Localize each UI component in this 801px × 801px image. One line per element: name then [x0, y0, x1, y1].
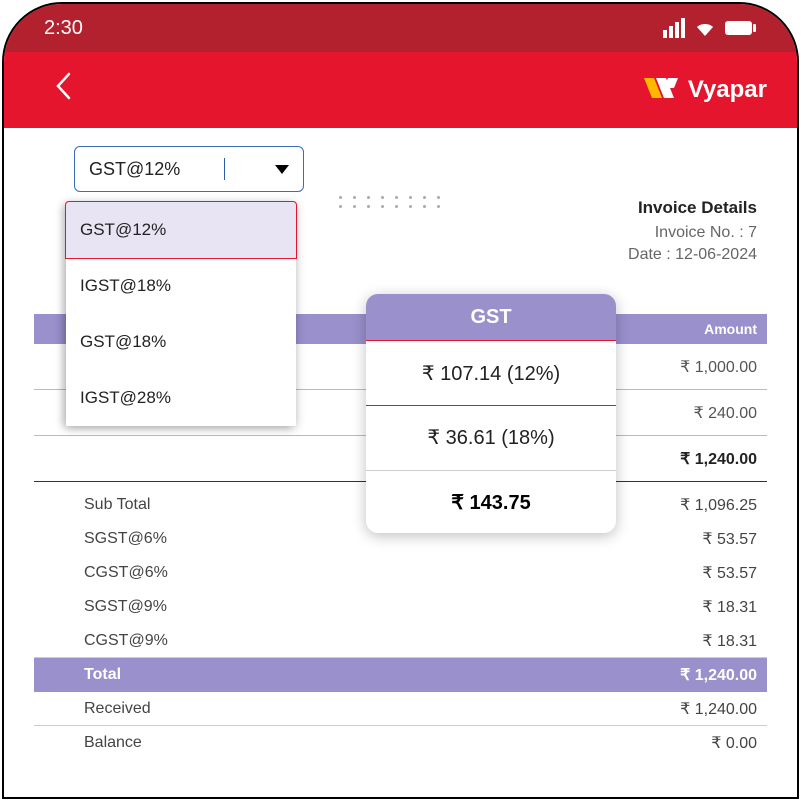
summary-label: CGST@6%	[44, 564, 168, 582]
cellular-signal-icon	[663, 18, 685, 38]
tax-rate-dropdown[interactable]: GST@12% GST@12% IGST@18% GST@18% IGST@28…	[74, 146, 304, 192]
gst-popover-title: GST	[366, 294, 616, 341]
summary-label: SGST@9%	[44, 598, 167, 616]
summary-value: ₹ 0.00	[711, 733, 757, 753]
battery-icon	[725, 20, 757, 36]
brand-logo-icon	[644, 76, 680, 104]
gst-row-selected[interactable]: ₹ 107.14 (12%)	[366, 340, 616, 406]
summary-value: ₹ 18.31	[702, 631, 757, 651]
invoice-date: Date : 12-06-2024	[628, 246, 757, 264]
app-header: Vyapar	[4, 52, 797, 128]
tax-rate-dropdown-field[interactable]: GST@12%	[74, 146, 304, 192]
summary-label: SGST@6%	[44, 530, 167, 548]
gst-row[interactable]: ₹ 36.61 (18%)	[366, 405, 616, 471]
gst-total: ₹ 143.75	[366, 471, 616, 533]
text-cursor	[224, 158, 225, 180]
row-amount: ₹ 1,000.00	[667, 357, 767, 377]
summary-label: Sub Total	[44, 496, 150, 514]
summary-label: CGST@9%	[44, 632, 168, 650]
brand-name: Vyapar	[688, 76, 767, 104]
device-frame: 2:30 Vyapar	[2, 2, 799, 799]
dropdown-value: GST@12%	[89, 159, 180, 180]
decorative-dots	[339, 196, 441, 208]
dropdown-option-selected[interactable]: GST@12%	[65, 201, 297, 259]
row-amount: ₹ 240.00	[667, 403, 767, 423]
summary-value: ₹ 53.57	[702, 563, 757, 583]
back-button[interactable]	[54, 71, 72, 109]
summary-label: Received	[44, 700, 151, 718]
invoice-details: Invoice Details Invoice No. : 7 Date : 1…	[628, 198, 757, 268]
brand: Vyapar	[644, 76, 767, 104]
summary-label: Balance	[44, 734, 142, 752]
summary-cgst9: CGST@9% ₹ 18.31	[34, 624, 767, 658]
column-amount-header: Amount	[667, 321, 767, 337]
summary-label: Total	[44, 666, 121, 684]
dropdown-option[interactable]: GST@18%	[66, 314, 296, 370]
summary-value: ₹ 1,096.25	[680, 495, 757, 515]
summary-value: ₹ 53.57	[702, 529, 757, 549]
invoice-number: Invoice No. : 7	[628, 224, 757, 242]
dropdown-option[interactable]: IGST@28%	[66, 370, 296, 426]
tax-rate-dropdown-list: GST@12% IGST@18% GST@18% IGST@28%	[66, 202, 296, 426]
summary-sgst9: SGST@9% ₹ 18.31	[34, 590, 767, 624]
summary-value: ₹ 1,240.00	[680, 699, 757, 719]
row-total-amount: ₹ 1,240.00	[667, 449, 767, 469]
status-bar: 2:30	[4, 4, 797, 52]
summary-total: Total ₹ 1,240.00	[34, 658, 767, 692]
invoice-details-heading: Invoice Details	[628, 198, 757, 218]
status-icons	[663, 18, 757, 38]
dropdown-option[interactable]: IGST@18%	[66, 258, 296, 314]
summary-value: ₹ 1,240.00	[680, 665, 757, 685]
chevron-down-icon	[275, 165, 289, 174]
gst-popover: GST ₹ 107.14 (12%) ₹ 36.61 (18%) ₹ 143.7…	[366, 294, 616, 533]
summary-cgst6: CGST@6% ₹ 53.57	[34, 556, 767, 590]
content-area: Invoice Details Invoice No. : 7 Date : 1…	[4, 128, 797, 168]
wifi-icon	[693, 18, 717, 38]
summary-received: Received ₹ 1,240.00	[34, 692, 767, 726]
status-time: 2:30	[44, 17, 83, 40]
summary-value: ₹ 18.31	[702, 597, 757, 617]
summary-balance: Balance ₹ 0.00	[34, 726, 767, 760]
